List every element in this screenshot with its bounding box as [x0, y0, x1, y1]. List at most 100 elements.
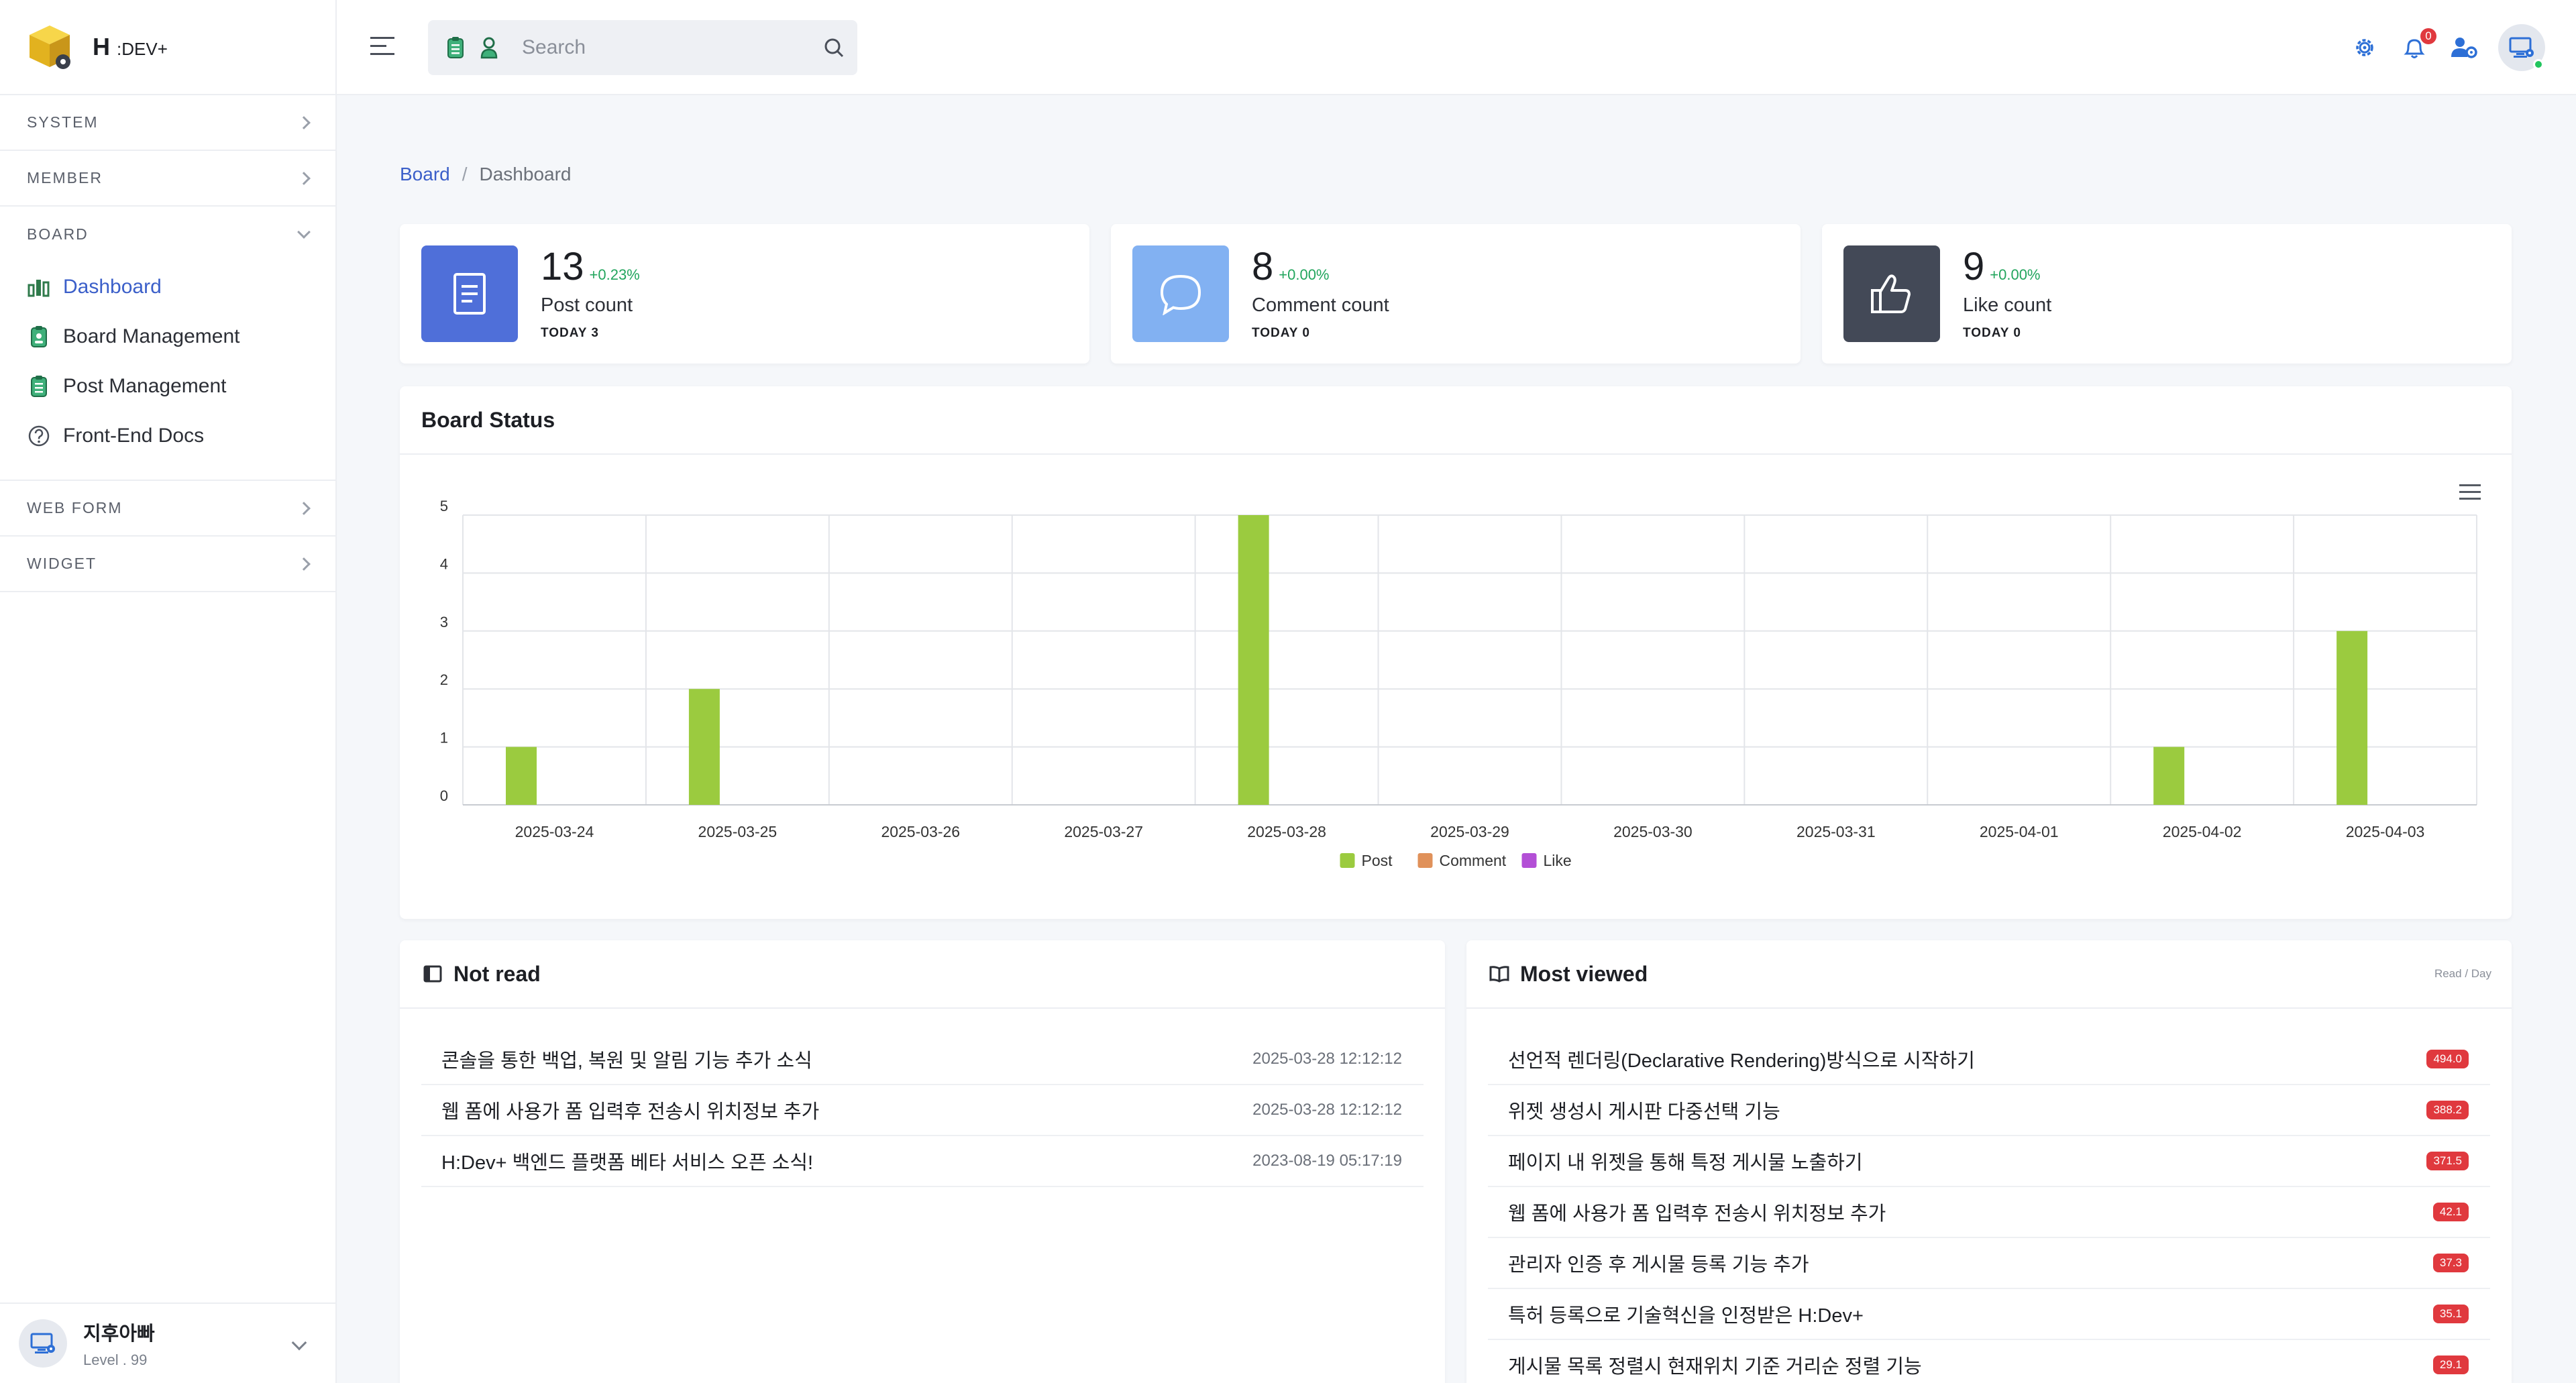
chevron-down-icon — [297, 225, 311, 239]
breadcrumb-link-board[interactable]: Board — [400, 164, 450, 184]
chevron-right-icon — [297, 501, 311, 515]
menu-toggle-icon[interactable] — [370, 37, 394, 57]
like-count-delta: +0.00% — [1990, 266, 2041, 283]
list-item-title: 특허 등록으로 기술혁신을 인정받은 H:Dev+ — [1508, 1305, 1864, 1327]
search-input[interactable] — [522, 36, 804, 59]
most-viewed-list: 선언적 렌더링(Declarative Rendering)방식으로 시작하기 4… — [1466, 1009, 2512, 1383]
legend-label-comment: Comment — [1440, 852, 1507, 869]
list-item-title: 선언적 렌더링(Declarative Rendering)방식으로 시작하기 — [1508, 1050, 1975, 1072]
search-scope-board-icon[interactable] — [441, 34, 470, 62]
view-count-badge: 35.1 — [2432, 1305, 2469, 1323]
brand[interactable]: H :DEV+ — [0, 0, 335, 95]
list-item[interactable]: 웹 폼에 사용가 폼 입력후 전송시 위치정보 추가 2025-03-28 12:… — [421, 1085, 1424, 1136]
view-count-badge: 371.5 — [2426, 1152, 2469, 1170]
most-viewed-subtitle: Read / Day — [2434, 967, 2491, 980]
menu-section-board[interactable]: BOARD — [0, 207, 335, 262]
like-count-label: Like count — [1963, 294, 2052, 316]
list-item-title: 콘솔을 통한 백업, 복원 및 알림 기능 추가 소식 — [441, 1050, 812, 1072]
list-item-date: 2023-08-19 05:17:19 — [1252, 1152, 1402, 1170]
breadcrumb: Board / Dashboard — [400, 164, 571, 185]
comment-count-label: Comment count — [1252, 294, 1389, 316]
view-count-badge: 494.0 — [2426, 1050, 2469, 1068]
notification-badge: 0 — [2420, 28, 2436, 44]
list-item[interactable]: 콘솔을 통한 백업, 복원 및 알림 기능 추가 소식 2025-03-28 12… — [421, 1034, 1424, 1085]
menu-section-member[interactable]: MEMBER — [0, 151, 335, 207]
sidebar-user-menu[interactable]: 지후아빠 Level . 99 — [0, 1303, 335, 1383]
sidebar-item-label: Dashboard — [63, 276, 162, 298]
brand-suffix: :DEV+ — [117, 39, 168, 59]
like-count-today: TODAY 0 — [1963, 326, 2021, 340]
not-read-panel: Not read 콘솔을 통한 백업, 복원 및 알림 기능 추가 소식 2025… — [400, 940, 1445, 1383]
stat-card-posts: 13 +0.23% Post count TODAY 3 — [400, 224, 1089, 364]
list-item-title: 관리자 인증 후 게시물 등록 기능 추가 — [1508, 1254, 1809, 1276]
board-submenu: Dashboard Board Management Post Manageme… — [0, 262, 335, 481]
menu-section-widget[interactable]: WIDGET — [0, 537, 335, 592]
list-item[interactable]: 게시물 목록 정렬시 현재위치 기준 거리순 정렬 기능 29.1 — [1488, 1340, 2490, 1383]
sidebar-item-dashboard[interactable]: Dashboard — [27, 262, 309, 312]
view-count-badge: 29.1 — [2432, 1356, 2469, 1374]
brand-logo-icon — [25, 23, 74, 71]
x-tick-label: 2025-03-26 — [881, 823, 960, 840]
list-item[interactable]: 위젯 생성시 게시판 다중선택 기능 388.2 — [1488, 1085, 2490, 1136]
breadcrumb-current: Dashboard — [479, 164, 572, 184]
gear-icon[interactable] — [2340, 23, 2390, 72]
search-icon[interactable] — [820, 34, 848, 62]
post-count-value: 13 — [541, 245, 584, 288]
sidebar-item-label: Board Management — [63, 325, 240, 347]
x-tick-label: 2025-03-25 — [698, 823, 777, 840]
bar-chart-icon — [27, 275, 51, 299]
search-scope-user-icon[interactable] — [475, 34, 503, 62]
list-item-date: 2025-03-28 12:12:12 — [1252, 1101, 1402, 1119]
sidebar-item-board-management[interactable]: Board Management — [27, 312, 309, 362]
sidebar-item-post-management[interactable]: Post Management — [27, 362, 309, 411]
brand-title: H — [93, 33, 110, 60]
like-count-value: 9 — [1963, 245, 1985, 288]
list-item-title: 웹 폼에 사용가 폼 입력후 전송시 위치정보 추가 — [441, 1101, 820, 1123]
notification-bell-icon[interactable]: 0 — [2390, 23, 2439, 72]
avatar — [19, 1319, 67, 1368]
not-read-list: 콘솔을 통한 백업, 복원 및 알림 기능 추가 소식 2025-03-28 12… — [400, 1009, 1445, 1187]
x-tick-label: 2025-03-28 — [1247, 823, 1326, 840]
online-status-dot — [2533, 59, 2544, 70]
user-settings-icon[interactable] — [2439, 23, 2489, 72]
legend-label-like: Like — [1544, 852, 1572, 869]
list-item-date: 2025-03-28 12:12:12 — [1252, 1050, 1402, 1068]
list-item[interactable]: 관리자 인증 후 게시물 등록 기능 추가 37.3 — [1488, 1238, 2490, 1289]
topbar: 0 — [337, 0, 2576, 95]
menu-section-label: WIDGET — [27, 555, 97, 572]
list-item-title: 웹 폼에 사용가 폼 입력후 전송시 위치정보 추가 — [1508, 1203, 1886, 1225]
menu-section-label: BOARD — [27, 225, 89, 243]
view-count-badge: 37.3 — [2432, 1254, 2469, 1272]
list-item[interactable]: 웹 폼에 사용가 폼 입력후 전송시 위치정보 추가 42.1 — [1488, 1187, 2490, 1238]
menu-section-label: MEMBER — [27, 169, 103, 186]
menu-section-web-form[interactable]: WEB FORM — [0, 481, 335, 537]
bar-post — [688, 689, 720, 805]
x-tick-label: 2025-04-03 — [2346, 823, 2425, 840]
list-item[interactable]: 특허 등록으로 기술혁신을 인정받은 H:Dev+ 35.1 — [1488, 1289, 2490, 1340]
bar-post — [1238, 515, 1269, 805]
list-item[interactable]: H:Dev+ 백엔드 플랫폼 베타 서비스 오픈 소식! 2023-08-19 0… — [421, 1136, 1424, 1187]
menu-section-label: WEB FORM — [27, 499, 123, 516]
menu-section-system[interactable]: SYSTEM — [0, 95, 335, 151]
x-tick-label: 2025-03-31 — [1796, 823, 1876, 840]
bar-post — [2337, 630, 2368, 805]
list-item[interactable]: 선언적 렌더링(Declarative Rendering)방식으로 시작하기 4… — [1488, 1034, 2490, 1085]
y-tick-label: 2 — [440, 671, 448, 688]
sidebar-item-front-end-docs[interactable]: Front-End Docs — [27, 411, 309, 461]
comment-count-delta: +0.00% — [1279, 266, 1330, 283]
legend-label-post: Post — [1362, 852, 1393, 869]
list-item-title: 페이지 내 위젯을 통해 특정 게시물 노출하기 — [1508, 1152, 1863, 1174]
speech-bubble-icon — [1132, 245, 1229, 342]
not-read-title: Not read — [453, 961, 541, 986]
x-tick-label: 2025-03-29 — [1430, 823, 1509, 840]
avatar[interactable] — [2498, 24, 2545, 71]
x-tick-label: 2025-03-24 — [515, 823, 594, 840]
sidebar: H :DEV+ SYSTEM MEMBER BOARD Dashboard Bo… — [0, 0, 337, 1383]
document-icon — [421, 245, 518, 342]
chevron-down-icon — [291, 1335, 307, 1351]
help-circle-icon — [27, 424, 51, 448]
user-level: Level . 99 — [83, 1351, 148, 1368]
list-item[interactable]: 페이지 내 위젯을 통해 특정 게시물 노출하기 371.5 — [1488, 1136, 2490, 1187]
sidebar-item-label: Post Management — [63, 375, 227, 397]
document-list-icon — [27, 374, 51, 398]
